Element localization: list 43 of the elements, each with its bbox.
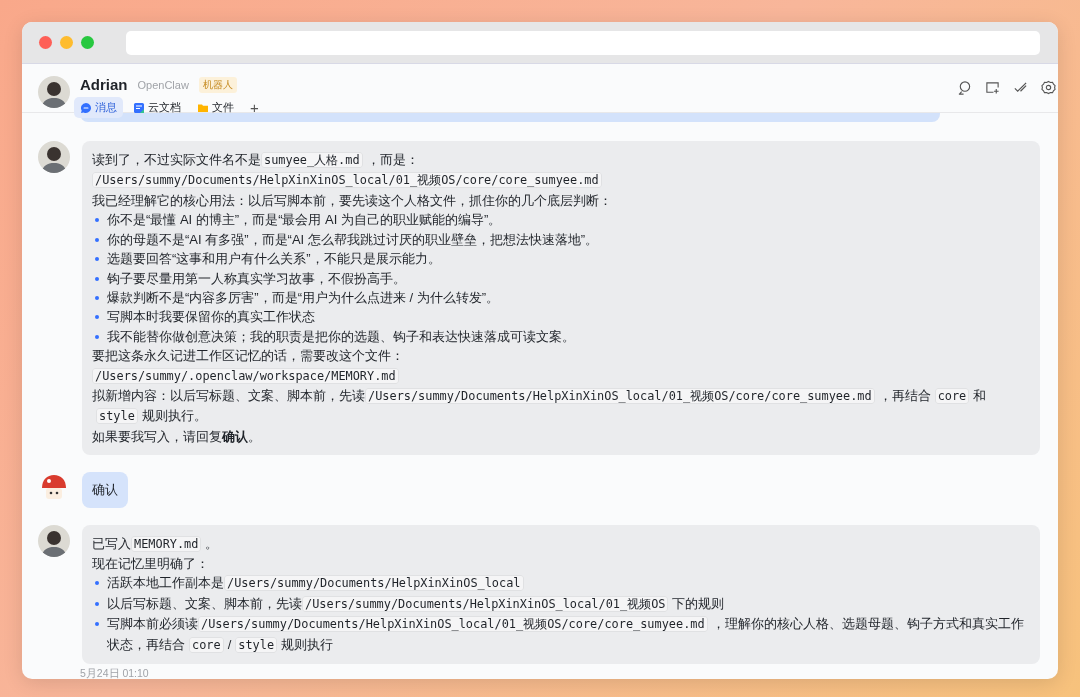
chat-name: Adrian: [80, 76, 128, 94]
chat-subtitle: OpenClaw: [137, 78, 189, 91]
window-plus-icon[interactable]: [985, 80, 1000, 96]
bullet-dot: [95, 276, 99, 281]
bullet-dot: [95, 334, 99, 339]
bullet-text: 写脚本时我要保留你的真实工作状态: [107, 308, 315, 327]
bullet-dot: [95, 315, 99, 320]
address-field[interactable]: [126, 30, 1040, 55]
timestamp: 5月24日 01:10: [80, 667, 150, 679]
bullet-dot: [95, 257, 99, 262]
message-text: 我已经理解它的核心用法：以后写脚本前，要先读这个人格文件，抓住你的几个底层判断：: [92, 191, 612, 210]
bullet-text: 爆款判断不是“内容多厉害”，而是“用户为什么点进来 / 为什么转发”。: [107, 288, 500, 307]
bullet-text: 以后写标题、文案、脚本前，先读 /Users/summy/Documents/HelpXinXinOS_local/01_视频OS 下的规则: [107, 594, 725, 614]
message-text: 已写入 MEMORY.md 。: [92, 534, 219, 554]
bullet-dot: [95, 622, 99, 627]
bullet-dot: [95, 237, 99, 242]
bullet-dot: [95, 581, 99, 586]
avatar[interactable]: [38, 524, 70, 557]
message-text: 拟新增内容：以后写标题、文案、脚本前，先读 /Users/summy/Documents/HelpXinXinOS_local/01_视频OS/core/core_sumyee.md ，再结合 core 和 style 规则执行。: [92, 386, 988, 427]
message-text: 确认: [92, 481, 118, 500]
bullet-text: 钩子要尽量用第一人称真实学习故事，不假扮高手。: [107, 269, 406, 288]
message-text: 现在记忆里明确了：: [92, 554, 209, 573]
bullet-text: 写脚本前必须读 /Users/summy/Documents/HelpXinXinOS_local/01_视频OS/core/core_sumyee.md ，理解你的核心人格、选题母题、钩子方式和真实工作状态，再结合 core / style 规则执行: [107, 615, 1025, 655]
message-text: 如果要我写入，请回复确认。: [92, 427, 261, 446]
bullet-text: 你的母题不是“AI 有多强”，而是“AI 怎么帮我跳过讨厌的职业壁垒，把想法快速落地”。: [107, 230, 599, 249]
bullet-text: 我不能替你做创意决策；我的职责是把你的选题、钩子和表达快速落成可读文案。: [107, 327, 575, 346]
message-text: 要把这条永久记进工作区记忆的话，需要改这个文件：: [92, 347, 404, 366]
search-icon[interactable]: [957, 80, 972, 96]
add-tab-button[interactable]: +: [244, 99, 265, 117]
bullet-dot: [95, 295, 99, 300]
bullet-text: 选题要回答“这事和用户有什么关系”，不能只是展示能力。: [107, 250, 441, 269]
chat-bubble-icon: [80, 101, 92, 114]
tab[interactable]: 消息: [74, 97, 123, 119]
bullet-dot: [95, 601, 99, 606]
bot-badge: 机器人: [198, 76, 237, 93]
bullet-dot: [95, 218, 99, 223]
document-icon: [133, 101, 145, 114]
avatar[interactable]: [38, 76, 70, 109]
tab[interactable]: 文件: [191, 97, 240, 119]
message-text: 读到了，不过实际文件名不是 sumyee_人格.md ，而是：: [92, 151, 419, 171]
avatar[interactable]: [38, 141, 70, 174]
settings-icon[interactable]: [1041, 80, 1056, 96]
bullet-text: 你不是“最懂 AI 的博主”，而是“最会用 AI 为自己的职业赋能的编导”。: [107, 211, 502, 230]
